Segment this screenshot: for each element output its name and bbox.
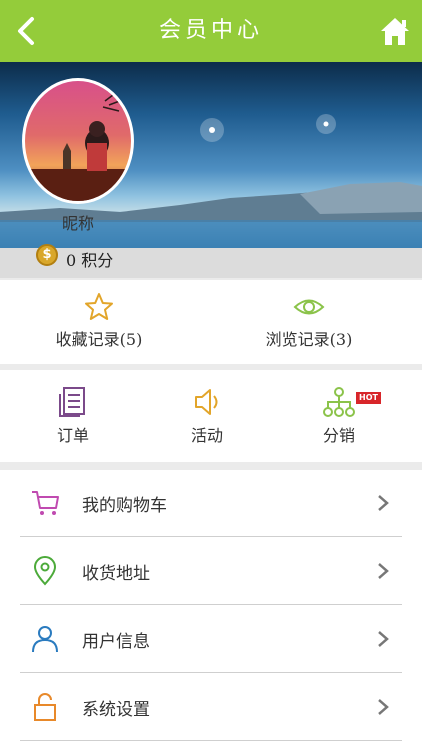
favorites-record-label: 收藏记录(5) — [55, 330, 143, 349]
coin-icon: $ — [36, 244, 58, 266]
distribution-tree-icon — [323, 387, 355, 417]
avatar[interactable] — [22, 78, 134, 204]
avatar-image — [25, 88, 131, 201]
browse-record[interactable]: 浏览记录(3) — [256, 292, 362, 350]
order-document-icon — [59, 387, 85, 417]
menu-item-settings[interactable]: 系统设置 — [20, 674, 402, 741]
browse-record-label: 浏览记录(3) — [265, 330, 353, 349]
location-pin-icon — [33, 556, 57, 586]
user-icon — [32, 626, 58, 653]
menu-label-address: 收货地址 — [82, 564, 150, 584]
menu-list: 我的购物车 收货地址 用户信息 系统设置 — [0, 470, 422, 750]
home-icon[interactable] — [378, 14, 412, 48]
menu-label-user-info: 用户信息 — [82, 632, 150, 652]
menu-item-address[interactable]: 收货地址 — [20, 538, 402, 605]
menu-item-shopping-cart[interactable]: 我的购物车 — [20, 470, 402, 537]
page-title: 会员中心 — [158, 18, 263, 43]
activities-label: 活动 — [190, 426, 223, 445]
distribution-label: 分销 — [322, 426, 355, 445]
actions-card: 订单 活动 分销 HOT — [0, 370, 422, 462]
favorites-record[interactable]: 收藏记录(5) — [46, 292, 152, 350]
chevron-right-icon — [378, 495, 389, 511]
header-bar: 会员中心 — [0, 0, 422, 62]
chevron-right-icon — [378, 631, 389, 647]
menu-label-shopping-cart: 我的购物车 — [82, 496, 167, 516]
chevron-right-icon — [378, 563, 389, 579]
menu-label-settings: 系统设置 — [82, 700, 150, 720]
speaker-icon — [195, 389, 218, 415]
eye-icon — [293, 299, 325, 315]
menu-item-user-info[interactable]: 用户信息 — [20, 606, 402, 673]
shopping-cart-icon — [32, 491, 59, 515]
points-label: 0 积分 — [66, 251, 114, 270]
chevron-right-icon — [378, 699, 389, 715]
lock-icon — [34, 693, 56, 721]
nickname-label: 昵称 — [61, 214, 94, 233]
star-icon — [85, 293, 113, 320]
activities-button[interactable]: 活动 — [182, 386, 232, 446]
hot-badge: HOT — [356, 392, 381, 404]
orders-button[interactable]: 订单 — [48, 386, 98, 446]
points-bar — [0, 248, 422, 278]
records-card: 收藏记录(5) 浏览记录(3) — [0, 280, 422, 364]
orders-label: 订单 — [56, 426, 89, 445]
